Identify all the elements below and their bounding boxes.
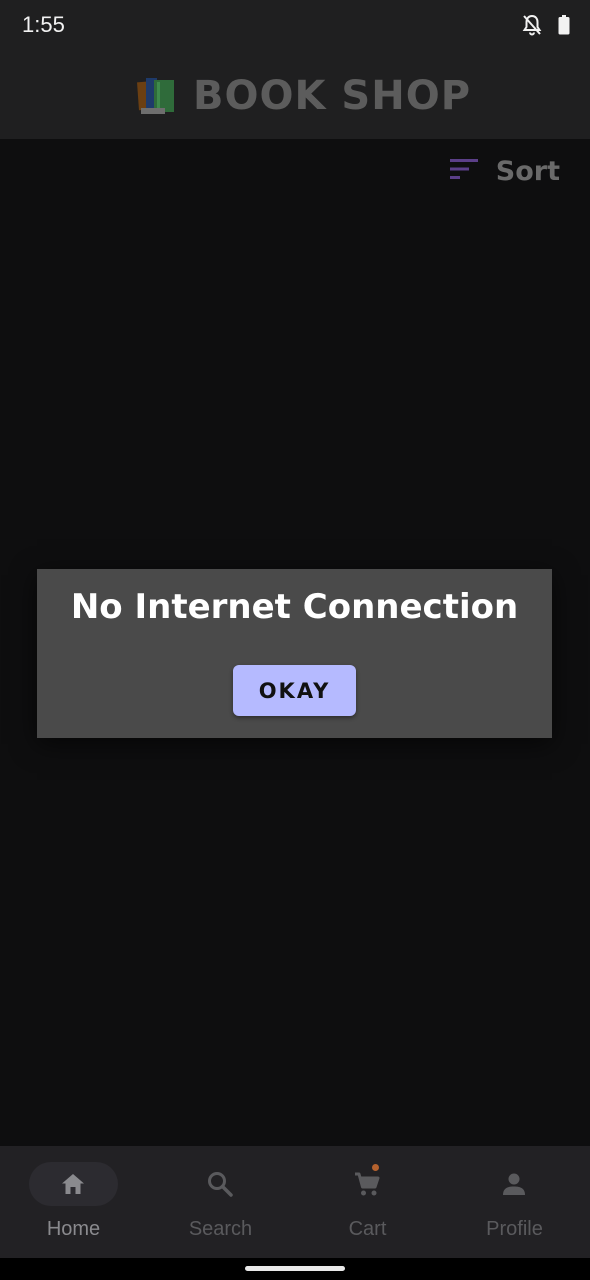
status-bar: 1:55 xyxy=(0,0,590,50)
sort-icon xyxy=(449,158,478,185)
home-gesture-handle[interactable] xyxy=(245,1266,345,1271)
battery-icon xyxy=(558,15,570,40)
person-icon xyxy=(500,1170,528,1198)
nav-item-search[interactable]: Search xyxy=(147,1146,294,1258)
home-icon xyxy=(59,1170,87,1198)
notifications-off-icon xyxy=(522,14,542,41)
nav-label-cart: Cart xyxy=(348,1218,387,1240)
nav-item-cart[interactable]: Cart xyxy=(294,1146,441,1258)
okay-button[interactable]: OKAY xyxy=(233,665,356,716)
nav-label-home: Home xyxy=(46,1218,101,1240)
app-title: BOOK SHOP xyxy=(193,73,472,119)
cart-icon xyxy=(353,1170,381,1198)
status-icons xyxy=(522,14,570,41)
no-connection-dialog: No Internet Connection OKAY xyxy=(37,569,552,738)
dialog-title: No Internet Connection xyxy=(70,587,519,627)
sort-label: Sort xyxy=(495,156,560,187)
books-icon xyxy=(135,74,179,116)
status-time: 1:55 xyxy=(22,12,65,37)
sort-button[interactable]: Sort xyxy=(449,156,560,187)
nav-item-profile[interactable]: Profile xyxy=(441,1146,588,1258)
bottom-navigation: Home Search Cart Profile xyxy=(0,1146,590,1258)
cart-badge-dot xyxy=(372,1164,379,1171)
gesture-navigation-area xyxy=(0,1258,590,1280)
nav-label-search: Search xyxy=(188,1218,253,1240)
nav-item-home[interactable]: Home xyxy=(0,1146,147,1258)
nav-label-profile: Profile xyxy=(486,1218,543,1240)
search-icon xyxy=(206,1170,234,1198)
app-bar: BOOK SHOP xyxy=(0,50,590,139)
